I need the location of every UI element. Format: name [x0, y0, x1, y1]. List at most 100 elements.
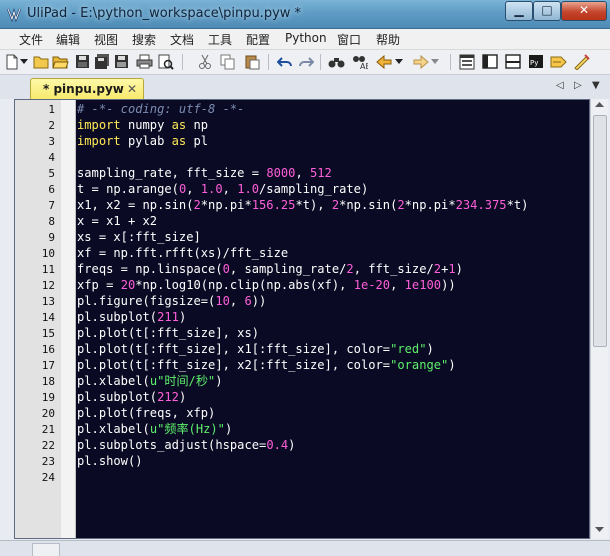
code-token: "red" — [390, 342, 427, 356]
code-line[interactable]: pl.subplots_adjust(hspace=0.4) — [77, 437, 295, 453]
code-line[interactable]: sampling_rate, fft_size = 8000, 512 — [77, 165, 332, 181]
code-token: 1.0 — [237, 182, 260, 196]
run-icon[interactable] — [550, 53, 567, 70]
menu-window[interactable]: 窗口 — [337, 31, 361, 48]
scroll-down-icon[interactable] — [595, 527, 604, 533]
scroll-up-icon[interactable] — [595, 102, 604, 108]
code-line[interactable]: import pylab as pl — [77, 133, 208, 149]
tab-pinpu-pyw[interactable]: * pinpu.pyw ✕ — [30, 78, 144, 100]
code-line[interactable]: pl.subplot(211) — [77, 309, 186, 325]
code-token: , fft_size/ — [353, 262, 434, 276]
code-line[interactable]: pl.figure(figsize=(10, 6)) — [77, 293, 266, 309]
tab-prev-icon[interactable]: ◁ — [556, 80, 564, 91]
code-area[interactable]: # -*- coding: utf-8 -*- import numpy as n… — [77, 100, 589, 538]
code-line[interactable]: xf = np.fft.rfft(xs)/fft_size — [77, 245, 288, 261]
line-number: 18 — [41, 375, 55, 388]
code-token: np — [186, 118, 209, 132]
line-number: 17 — [41, 359, 55, 372]
save-icon[interactable] — [74, 53, 91, 70]
code-line[interactable]: t = np.arange(0, 1.0, 1.0/sampling_rate) — [77, 181, 368, 197]
menu-python[interactable]: Python — [285, 31, 327, 45]
code-editor[interactable]: 1 2 3 4 5 6 7 8 9 10 11 12 13 14 15 16 17 18 19 20 21 22 23 24 … — [14, 99, 590, 539]
menu-search[interactable]: 搜索 — [132, 31, 156, 48]
print-icon[interactable] — [136, 53, 153, 70]
properties-icon[interactable] — [458, 53, 475, 70]
new-file-dropdown-icon[interactable] — [19, 53, 29, 70]
code-line[interactable]: # -*- coding: utf-8 -*- — [77, 101, 244, 117]
code-token: *np.sin( — [339, 198, 398, 212]
code-line[interactable]: freqs = np.linspace(0, sampling_rate/2, … — [77, 261, 463, 277]
code-token: ) — [178, 310, 187, 324]
code-token: import — [77, 134, 121, 148]
tab-next-icon[interactable]: ▷ — [574, 80, 582, 91]
save-all-icon[interactable] — [93, 53, 110, 70]
code-line[interactable]: pl.show() — [77, 453, 143, 469]
code-line[interactable]: xs = x[:fft_size] — [77, 229, 201, 245]
back-dropdown-icon[interactable] — [394, 53, 404, 70]
ulipad-window: UliPad - E:\python_workspace\pinpu.pyw *… — [0, 0, 610, 556]
line-number: 24 — [41, 471, 55, 484]
open-folder-2-icon[interactable] — [52, 53, 69, 70]
redo-icon[interactable] — [297, 53, 314, 70]
cut-icon[interactable] — [196, 53, 213, 70]
code-token: , — [295, 166, 310, 180]
title-bar[interactable]: UliPad - E:\python_workspace\pinpu.pyw *… — [0, 0, 610, 29]
panel-left-icon[interactable] — [481, 53, 498, 70]
code-line[interactable]: pl.plot(t[:fft_size], x1[:fft_size], col… — [77, 341, 434, 357]
close-button[interactable]: ✕ — [561, 1, 607, 21]
forward-icon[interactable] — [412, 53, 429, 70]
tab-menu-icon[interactable]: ▼ — [592, 80, 600, 91]
code-line[interactable]: pl.xlabel(u"时间/秒") — [77, 373, 223, 389]
menu-tools[interactable]: 工具 — [208, 31, 232, 48]
python-shell-icon[interactable]: Py — [527, 53, 544, 70]
open-folder-icon[interactable] — [33, 53, 50, 70]
find-icon[interactable] — [328, 53, 345, 70]
settings-icon[interactable] — [573, 53, 590, 70]
line-number: 20 — [41, 407, 55, 420]
code-line[interactable]: x1, x2 = np.sin(2*np.pi*156.25*t), 2*np.… — [77, 197, 528, 213]
forward-dropdown-icon[interactable] — [430, 53, 440, 70]
code-line[interactable]: pl.plot(t[:fft_size], xs) — [77, 325, 259, 341]
menu-edit[interactable]: 编辑 — [56, 31, 80, 48]
code-line[interactable]: pl.plot(t[:fft_size], x2[:fft_size], col… — [77, 357, 456, 373]
new-file-icon[interactable] — [3, 53, 20, 70]
code-token: pl.figure(figsize=( — [77, 294, 216, 308]
code-line[interactable]: pl.plot(freqs, xfp) — [77, 405, 215, 421]
code-line[interactable]: import numpy as np — [77, 117, 208, 133]
menu-document[interactable]: 文档 — [170, 31, 194, 48]
code-line[interactable]: pl.xlabel(u"频率(Hz)") — [77, 421, 232, 437]
replace-icon[interactable]: AB — [351, 53, 368, 70]
code-line[interactable]: pl.subplot(212) — [77, 389, 186, 405]
print-preview-icon[interactable] — [157, 53, 174, 70]
code-token: , — [229, 294, 245, 308]
undo-icon[interactable] — [276, 53, 293, 70]
paste-icon[interactable] — [243, 53, 260, 70]
code-token: ) — [426, 342, 434, 356]
code-token: import — [77, 118, 121, 132]
minimize-button[interactable]: ▁ — [505, 1, 533, 21]
save-as-icon[interactable] — [113, 53, 130, 70]
copy-icon[interactable] — [219, 53, 236, 70]
code-line[interactable]: x = x1 + x2 — [77, 213, 157, 229]
menu-view[interactable]: 视图 — [94, 31, 118, 48]
line-number: 6 — [48, 183, 55, 196]
line-number: 23 — [41, 455, 55, 468]
panel-bottom-icon[interactable] — [504, 53, 521, 70]
code-line[interactable]: xfp = 20*np.log10(np.clip(np.abs(xf), 1e… — [77, 277, 456, 293]
menu-config[interactable]: 配置 — [246, 31, 270, 48]
scrollbar-thumb[interactable] — [593, 115, 607, 347]
code-token: 234.375 — [455, 198, 507, 212]
menu-file[interactable]: 文件 — [19, 31, 43, 48]
code-token: )) — [251, 294, 267, 308]
line-number: 14 — [41, 311, 55, 324]
code-token: 20 — [120, 278, 136, 292]
vertical-scrollbar[interactable] — [590, 99, 608, 539]
code-token: pl — [186, 134, 209, 148]
line-number: 4 — [48, 151, 55, 164]
menu-help[interactable]: 帮助 — [376, 31, 400, 48]
status-segment — [32, 543, 60, 556]
maximize-button[interactable]: □ — [533, 1, 561, 21]
ulipad-logo-icon — [6, 7, 22, 22]
tab-close-icon[interactable]: ✕ — [127, 82, 137, 96]
back-icon[interactable] — [376, 53, 393, 70]
